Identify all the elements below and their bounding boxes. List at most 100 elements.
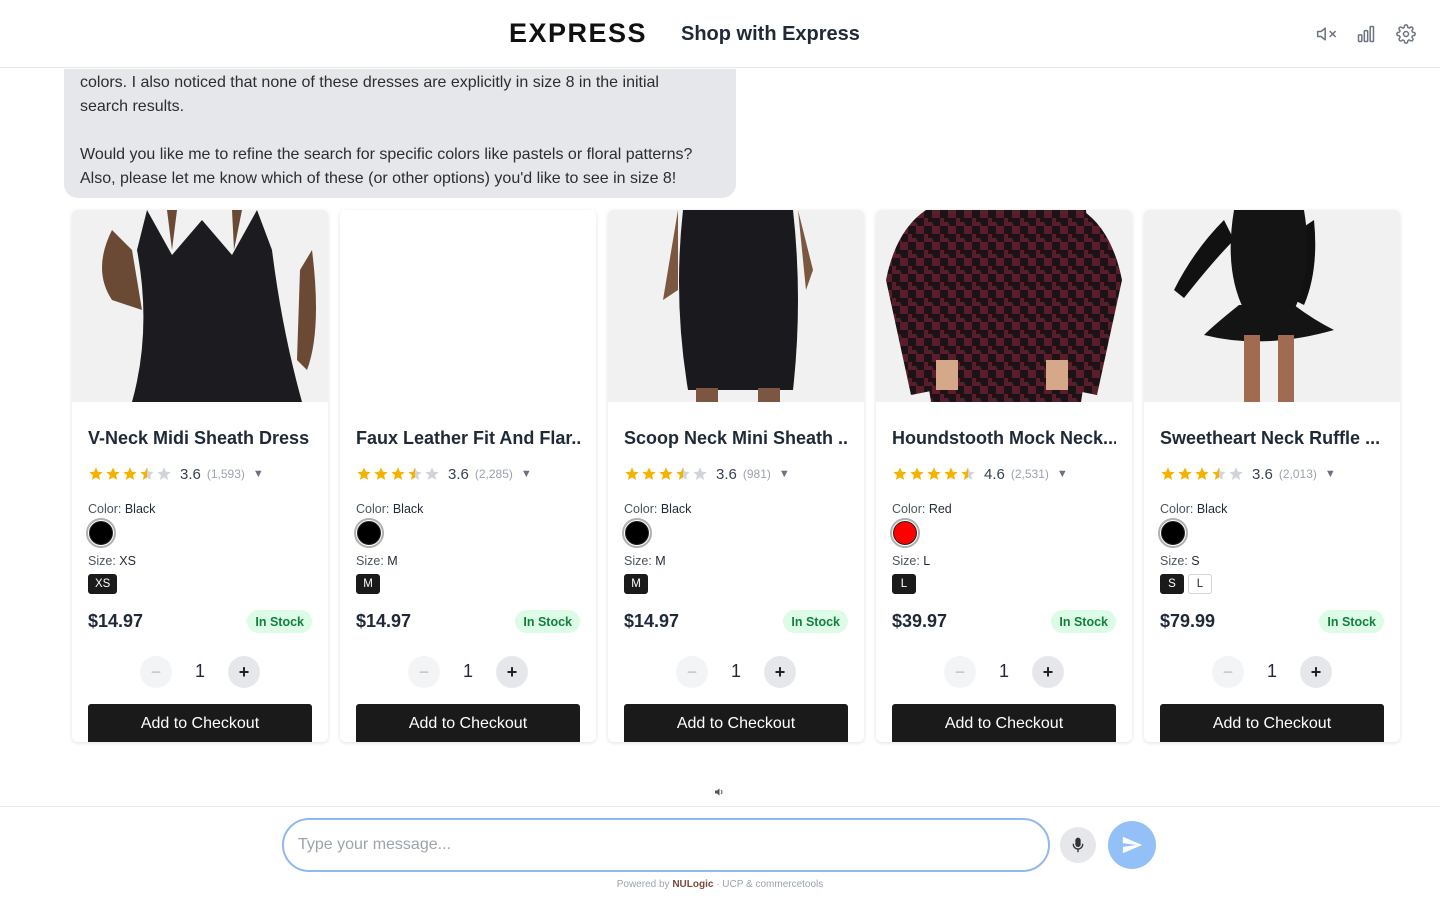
product-image[interactable] [1144, 210, 1400, 402]
add-to-checkout-button[interactable]: Add to Checkout [356, 704, 580, 742]
size-options: M [356, 574, 380, 594]
increase-quantity-button[interactable]: + [1300, 656, 1332, 688]
decrease-quantity-button[interactable]: − [944, 656, 976, 688]
star-rating [1160, 466, 1244, 482]
star-icon [374, 467, 388, 480]
mute-icon[interactable] [1314, 22, 1338, 46]
product-price: $79.99 [1160, 611, 1216, 631]
product-name[interactable]: Faux Leather Fit And Flar... [356, 428, 580, 449]
product-image[interactable] [72, 210, 328, 402]
star-rating [624, 466, 708, 482]
size-label: Size: XS [88, 554, 136, 568]
quantity-stepper: − 1 + [356, 656, 580, 688]
caret-down-icon[interactable]: ▼ [1325, 468, 1336, 480]
product-card[interactable]: Sweetheart Neck Ruffle ... 3.6 (2,013) ▼ Col… [1144, 210, 1400, 742]
size-option[interactable]: M [356, 574, 380, 594]
star-icon [408, 467, 422, 480]
speaker-icon[interactable] [713, 785, 727, 799]
star-icon [357, 467, 371, 480]
stats-icon[interactable] [1354, 22, 1378, 46]
send-button[interactable] [1108, 821, 1156, 869]
star-icon [961, 467, 975, 480]
size-option[interactable]: L [892, 574, 916, 594]
product-card[interactable]: Scoop Neck Mini Sheath ... 3.6 (981) ▼ Color… [608, 210, 864, 742]
message-input[interactable] [282, 818, 1050, 872]
product-card[interactable]: Houndstooth Mock Neck... 4.6 (2,531) ▼ Color… [876, 210, 1132, 742]
star-icon [642, 467, 656, 480]
decrease-quantity-button[interactable]: − [408, 656, 440, 688]
size-option[interactable]: XS [88, 574, 118, 594]
caret-down-icon[interactable]: ▼ [253, 468, 264, 480]
quantity-value: 1 [1266, 661, 1277, 681]
product-name[interactable]: Houndstooth Mock Neck... [892, 428, 1116, 449]
decrease-quantity-button[interactable]: − [140, 656, 172, 688]
size-option[interactable]: S [1160, 574, 1184, 594]
increase-quantity-button[interactable]: + [1032, 656, 1064, 688]
message-text: Would you like me to refine the search f… [80, 146, 693, 163]
nulogic-brand[interactable]: NULogic [672, 879, 713, 890]
size-label: Size: M [356, 554, 398, 568]
star-icon [140, 467, 154, 480]
product-image[interactable] [340, 210, 596, 402]
assistant-message-bubble: colors. I also noticed that none of thes… [64, 69, 736, 198]
add-to-checkout-button[interactable]: Add to Checkout [892, 704, 1116, 742]
app-header: EXPRESS Shop with Express [0, 0, 1440, 68]
page-title: Shop with Express [681, 23, 860, 45]
star-rating [356, 466, 440, 482]
chat-area[interactable]: colors. I also noticed that none of thes… [0, 69, 1440, 806]
size-label: Size: L [892, 554, 931, 568]
product-image[interactable] [876, 210, 1132, 402]
rating-value: 4.6 [984, 465, 1005, 483]
rating-row: 3.6 (1,593) ▼ [88, 465, 264, 483]
star-icon [910, 467, 924, 480]
size-options: L [892, 574, 916, 594]
rating-row: 3.6 (2,013) ▼ [1160, 465, 1336, 483]
rating-value: 3.6 [180, 465, 201, 483]
increase-quantity-button[interactable]: + [228, 656, 260, 688]
stock-badge: In Stock [1319, 610, 1384, 633]
powered-by-suffix: · UCP & commercetools [716, 879, 824, 890]
color-swatch[interactable] [890, 518, 920, 548]
stock-badge: In Stock [783, 610, 848, 633]
color-label: Color: Black [624, 502, 692, 516]
message-text: search results. [80, 98, 185, 115]
star-icon [89, 467, 103, 480]
decrease-quantity-button[interactable]: − [1212, 656, 1244, 688]
caret-down-icon[interactable]: ▼ [521, 468, 532, 480]
color-swatch[interactable] [86, 518, 116, 548]
product-card[interactable]: Faux Leather Fit And Flar... 3.6 (2,285) ▼ C… [340, 210, 596, 742]
add-to-checkout-button[interactable]: Add to Checkout [1160, 704, 1384, 742]
decrease-quantity-button[interactable]: − [676, 656, 708, 688]
express-logo[interactable]: EXPRESS [509, 18, 647, 49]
add-to-checkout-button[interactable]: Add to Checkout [88, 704, 312, 742]
rating-row: 3.6 (981) ▼ [624, 465, 790, 483]
color-swatch[interactable] [354, 518, 384, 548]
caret-down-icon[interactable]: ▼ [1057, 468, 1068, 480]
product-name[interactable]: Sweetheart Neck Ruffle ... [1160, 428, 1384, 449]
review-count: (1,593) [206, 467, 245, 481]
color-label: Color: Black [356, 502, 424, 516]
size-value: S [1191, 554, 1200, 568]
product-name[interactable]: V-Neck Midi Sheath Dress [88, 428, 312, 449]
size-option[interactable]: L [1188, 574, 1212, 594]
increase-quantity-button[interactable]: + [496, 656, 528, 688]
quantity-stepper: − 1 + [892, 656, 1116, 688]
size-options: XS [88, 574, 118, 594]
increase-quantity-button[interactable]: + [764, 656, 796, 688]
powered-by-label: Powered by [616, 879, 670, 890]
caret-down-icon[interactable]: ▼ [779, 468, 790, 480]
star-icon [1212, 467, 1226, 480]
microphone-button[interactable] [1060, 827, 1096, 863]
star-icon [659, 467, 673, 480]
size-value: M [387, 554, 398, 568]
add-to-checkout-button[interactable]: Add to Checkout [624, 704, 848, 742]
color-swatch[interactable] [1158, 518, 1188, 548]
color-swatch[interactable] [622, 518, 652, 548]
rating-value: 3.6 [1252, 465, 1273, 483]
product-card[interactable]: V-Neck Midi Sheath Dress 3.6 (1,593) ▼ Color… [72, 210, 328, 742]
product-name[interactable]: Scoop Neck Mini Sheath ... [624, 428, 848, 449]
star-icon [927, 467, 941, 480]
product-image[interactable] [608, 210, 864, 402]
settings-gear-icon[interactable] [1394, 22, 1418, 46]
size-option[interactable]: M [624, 574, 648, 594]
